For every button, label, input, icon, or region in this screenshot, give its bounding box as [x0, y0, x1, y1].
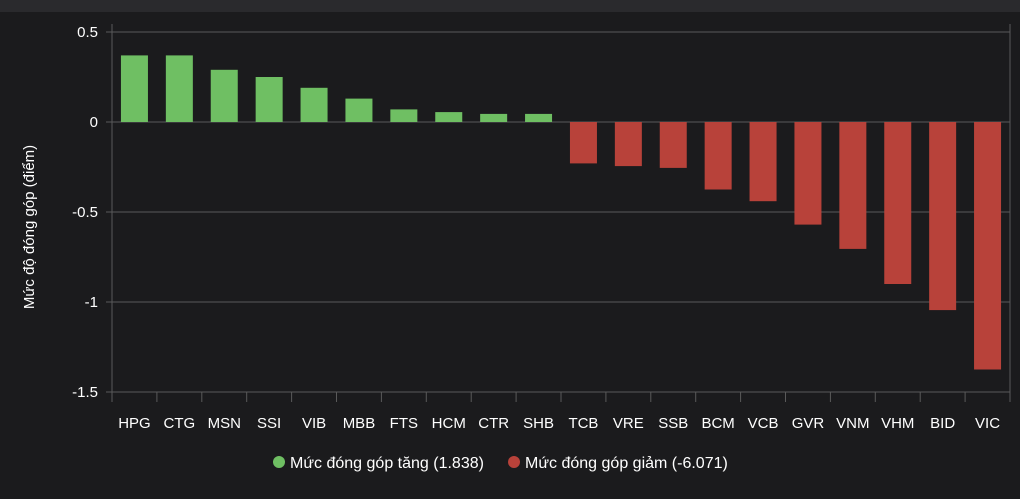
x-tick-label: CTR — [478, 415, 509, 432]
bar-tcb[interactable] — [569, 122, 597, 164]
bar-bcm[interactable] — [704, 122, 732, 190]
y-tick-label: -0.5 — [72, 204, 98, 221]
x-tick-label: CTG — [164, 415, 196, 432]
x-tick-label: HPG — [118, 415, 151, 432]
y-axis-label: Mức độ đóng góp (điểm) — [21, 145, 38, 309]
bar-vhm[interactable] — [884, 122, 912, 284]
x-tick-label: MSN — [208, 415, 241, 432]
legend-label[interactable]: Mức đóng góp tăng (1.838) — [290, 455, 484, 472]
x-tick-label: VIC — [975, 415, 1000, 432]
bar-msn[interactable] — [210, 69, 238, 122]
bar-vre[interactable] — [614, 122, 642, 167]
x-tick-label: VCB — [748, 415, 779, 432]
bar-vcb[interactable] — [749, 122, 777, 202]
bar-hcm[interactable] — [435, 112, 463, 122]
y-tick-label: -1.5 — [72, 384, 98, 401]
x-tick-label: FTS — [390, 415, 418, 432]
axes — [111, 24, 1011, 402]
bar-bid[interactable] — [929, 122, 957, 311]
bar-fts[interactable] — [390, 109, 418, 122]
bar-ctg[interactable] — [165, 55, 193, 122]
x-tick-label: VNM — [836, 415, 869, 432]
y-tick-label: -1 — [85, 294, 98, 311]
legend: Mức đóng góp tăng (1.838) Mức đóng góp gi… — [273, 455, 728, 472]
x-tick-label: MBB — [343, 415, 376, 432]
x-tick-label: VHM — [881, 415, 914, 432]
contribution-bar-chart: 0.5 0 -0.5 -1 -1.5 HPG CTG MSN SSI VIB MBB FTS HCM C… — [21, 24, 1011, 472]
bar-mbb[interactable] — [345, 98, 373, 122]
x-tick-labels: HPG CTG MSN SSI VIB MBB FTS HCM CTR SHB TCB VRE SSB B… — [118, 415, 1000, 432]
bar-vib[interactable] — [300, 87, 328, 122]
legend-marker — [273, 456, 285, 468]
grid-lines — [106, 31, 1010, 393]
x-tick-label: HCM — [432, 415, 466, 432]
x-tick-label: BID — [930, 415, 955, 432]
x-tick-label: GVR — [792, 415, 825, 432]
bar-ssi[interactable] — [255, 77, 283, 122]
bar-gvr[interactable] — [794, 122, 822, 225]
x-tick-label: SSI — [257, 415, 281, 432]
legend-label[interactable]: Mức đóng góp giảm (-6.071) — [525, 455, 728, 472]
x-tick-label: VRE — [613, 415, 644, 432]
x-tick-label: VIB — [302, 415, 326, 432]
y-tick-label: 0.5 — [77, 24, 98, 41]
bar-hpg[interactable] — [120, 55, 148, 122]
bar-vic[interactable] — [974, 122, 1002, 370]
bar-shb[interactable] — [525, 113, 553, 122]
y-tick-labels: 0.5 0 -0.5 -1 -1.5 — [72, 24, 98, 401]
y-tick-label: 0 — [90, 114, 98, 131]
x-tick-label: SHB — [523, 415, 554, 432]
legend-marker — [508, 456, 520, 468]
x-tick-label: BCM — [701, 415, 734, 432]
bar-vnm[interactable] — [839, 122, 867, 249]
bar-ctr[interactable] — [480, 113, 508, 122]
x-tick-label: TCB — [568, 415, 598, 432]
bar-ssb[interactable] — [659, 122, 687, 168]
x-tick-label: SSB — [658, 415, 688, 432]
